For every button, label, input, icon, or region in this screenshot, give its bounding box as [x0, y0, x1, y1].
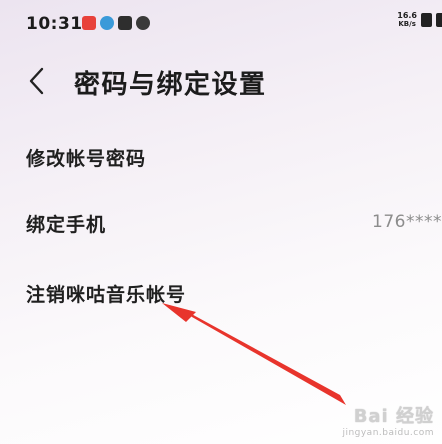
list-item-bind-phone[interactable]: 绑定手机 176**** [0, 192, 442, 252]
network-speed-unit: KB/s [398, 20, 416, 28]
status-time: 10:31 [26, 14, 83, 34]
status-bar: 10:31 16.6 KB/s [0, 0, 442, 48]
status-icons-right: 16.6 KB/s [397, 12, 442, 28]
list-item-cancel-account[interactable]: 注销咪咕音乐帐号 [0, 262, 442, 322]
watermark-url: jingyan.baidu.com [342, 428, 434, 438]
network-speed: 16.6 KB/s [397, 11, 417, 29]
annotation-arrow-shaft [186, 311, 346, 405]
cloud-app-icon [100, 16, 114, 30]
list-item-label: 注销咪咕音乐帐号 [26, 284, 187, 306]
sim-card-icon [421, 13, 432, 27]
notification-red-icon [82, 16, 96, 30]
watermark-logo: Bai 经验 [353, 406, 434, 427]
chevron-left-icon [29, 67, 44, 95]
page-title: 密码与绑定设置 [74, 70, 267, 100]
list-item-label: 修改帐号密码 [26, 148, 147, 170]
message-icon [118, 16, 132, 30]
watermark: Bai 经验 jingyan.baidu.com [342, 402, 434, 438]
shield-icon [136, 16, 150, 30]
bound-phone-value: 176**** [372, 212, 442, 232]
back-button[interactable] [24, 64, 50, 98]
list-item-label: 绑定手机 [26, 214, 107, 236]
page-header: 密码与绑定设置 [0, 56, 442, 108]
status-icons-left [82, 16, 150, 30]
network-speed-value: 16.6 [397, 11, 417, 20]
signal-icon [436, 13, 442, 27]
list-item-change-password[interactable]: 修改帐号密码 [0, 126, 442, 186]
